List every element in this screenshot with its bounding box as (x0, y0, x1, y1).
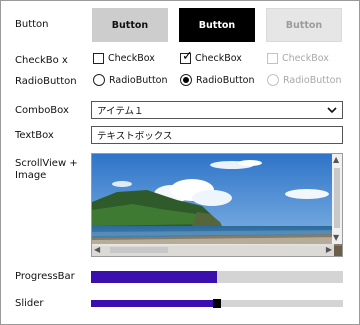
checkbox-unchecked[interactable]: CheckBox (93, 53, 155, 64)
checkbox-square-icon (267, 53, 278, 64)
progressbar-row-label: ProgressBar (15, 271, 75, 282)
radiobutton-row-label: RadioButton (15, 76, 77, 87)
checkbox-label: CheckBox (282, 53, 329, 64)
horizontal-scrollbar[interactable]: ◀ ▶ (92, 244, 334, 256)
vertical-scroll-thumb[interactable] (334, 168, 340, 228)
radio-selected-icon[interactable] (180, 74, 192, 86)
checkbox-checked-icon[interactable]: ✓ (180, 49, 193, 64)
checkmark-icon: ✓ (182, 49, 193, 64)
landscape-image (92, 154, 342, 256)
combobox[interactable]: アイテム１ (91, 101, 343, 119)
radio-circle-icon[interactable] (93, 74, 105, 86)
pressed-button[interactable]: Button (179, 8, 255, 42)
radio-dot-icon (183, 77, 189, 83)
horizontal-scroll-thumb[interactable] (110, 247, 168, 253)
text-input-value: テキストボックス (97, 131, 173, 142)
vertical-scrollbar[interactable]: ▲ ▼ (332, 154, 342, 244)
textbox-row-label: TextBox (15, 130, 54, 141)
checkbox-disabled: CheckBox (267, 53, 329, 64)
slider-row-label: Slider (15, 298, 44, 309)
radio-unselected[interactable]: RadioButton (93, 74, 168, 86)
radio-disabled: RadioButton (267, 74, 342, 86)
scrollview-row-label: ScrollView + Image (15, 158, 78, 181)
text-input[interactable]: テキストボックス (91, 126, 343, 144)
scroll-left-icon[interactable]: ◀ (94, 245, 100, 255)
disabled-button: Button (266, 8, 342, 42)
button-row-label: Button (15, 19, 49, 30)
radio-label: RadioButton (109, 74, 168, 86)
slider-track[interactable] (91, 299, 343, 308)
radio-circle-icon (267, 74, 279, 86)
radio-label: RadioButton (283, 74, 342, 86)
checkbox-row-label: CheckBo x (15, 55, 68, 66)
radio-label: RadioButton (196, 74, 255, 86)
normal-button[interactable]: Button (92, 8, 168, 42)
combobox-value: アイテム１ (97, 106, 144, 117)
scroll-up-icon[interactable]: ▲ (333, 155, 339, 165)
combobox-row-label: ComboBox (15, 105, 69, 116)
radio-selected[interactable]: RadioButton (180, 74, 255, 86)
slider-thumb[interactable] (213, 299, 221, 308)
checkbox-checked[interactable]: ✓ CheckBox (180, 49, 242, 64)
chevron-down-icon[interactable] (326, 104, 338, 116)
progress-fill (91, 271, 217, 283)
checkbox-label: CheckBox (195, 53, 242, 64)
progress-bar (91, 271, 343, 283)
scroll-right-icon[interactable]: ▶ (326, 245, 332, 255)
slider-fill (91, 300, 213, 307)
scroll-view[interactable]: ▲ ▼ ◀ ▶ (91, 153, 343, 257)
scroll-down-icon[interactable]: ▼ (333, 233, 339, 243)
checkbox-square-icon[interactable] (93, 53, 104, 64)
checkbox-label: CheckBox (108, 53, 155, 64)
